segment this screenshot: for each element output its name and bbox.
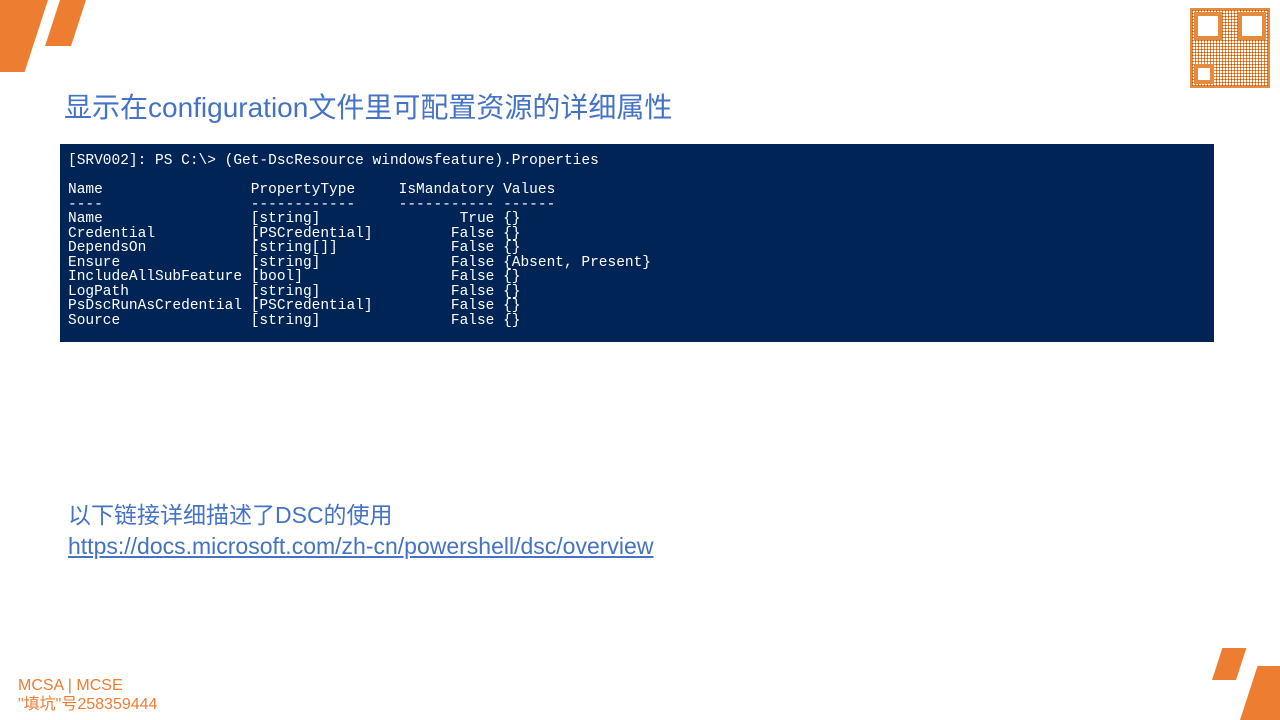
decoration-bottom-right xyxy=(1160,640,1280,720)
footer-credits: MCSA | MCSE "填坑"号258359444 xyxy=(18,676,157,714)
link-intro-text: 以下链接详细描述了DSC的使用 xyxy=(68,500,653,531)
page-title: 显示在configuration文件里可配置资源的详细属性 xyxy=(64,86,672,126)
dsc-docs-link[interactable]: https://docs.microsoft.com/zh-cn/powersh… xyxy=(68,533,653,559)
footer-line2: "填坑"号258359444 xyxy=(18,695,157,714)
qr-code-icon xyxy=(1190,8,1270,88)
reference-block: 以下链接详细描述了DSC的使用 https://docs.microsoft.c… xyxy=(68,500,653,562)
terminal-output: [SRV002]: PS C:\> (Get-DscResource windo… xyxy=(60,144,1214,342)
footer-line1: MCSA | MCSE xyxy=(18,676,157,695)
